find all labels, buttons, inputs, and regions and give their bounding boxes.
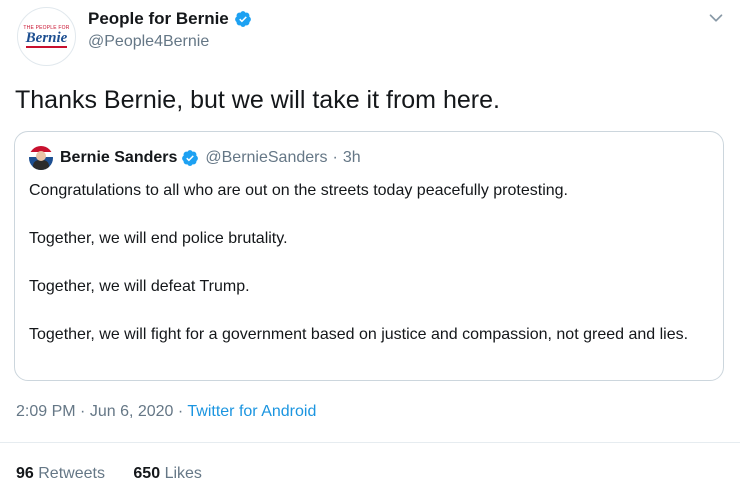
quoted-paragraph: Together, we will fight for a government… [29,326,689,343]
divider [0,442,740,443]
tweet-stats: 96 Retweets 650 Likes [16,465,226,483]
meta-separator: · [177,403,184,420]
quoted-tweet-header: Bernie Sanders @BernieSanders · 3h [29,146,361,170]
quoted-paragraph: Together, we will defeat Trump. [29,278,250,295]
verified-badge-icon [182,150,199,166]
tweet-date[interactable]: Jun 6, 2020 [90,403,174,420]
quoted-handle: @BernieSanders [205,149,328,166]
chevron-down-icon[interactable] [705,7,727,29]
author-display-name-text: People for Bernie [88,9,229,28]
quoted-time: 3h [342,149,361,166]
quoted-paragraph: Congratulations to all who are out on th… [29,182,568,199]
avatar-logo-text: Bernie [25,29,68,48]
quoted-display-name: Bernie Sanders [60,149,178,166]
likes-stat[interactable]: 650 Likes [133,465,202,482]
tweet-meta: 2:09 PM · Jun 6, 2020 · Twitter for Andr… [16,403,316,421]
tweet-text: Thanks Bernie, but we will take it from … [15,86,500,114]
likes-label: Likes [164,465,202,482]
tweet-source-link[interactable]: Twitter for Android [187,403,316,420]
author-names: People for Bernie @People4Bernie [88,8,252,51]
avatar-face-shape [36,151,46,161]
meta-separator: · [80,403,86,420]
avatar-body-shape [33,160,49,170]
quoted-tweet[interactable]: Bernie Sanders @BernieSanders · 3h Congr… [14,131,724,381]
likes-count: 650 [133,465,161,482]
author-display-name[interactable]: People for Bernie [88,8,252,30]
quoted-paragraph: Together, we will end police brutality. [29,230,288,247]
quoted-tweet-body: Congratulations to all who are out on th… [29,179,709,346]
retweets-stat[interactable]: 96 Retweets [16,465,109,482]
author-handle[interactable]: @People4Bernie [88,33,252,51]
retweets-count: 96 [16,465,34,482]
author-avatar[interactable]: THE PEOPLE FOR Bernie [17,7,76,66]
tweet-header: THE PEOPLE FOR Bernie People for Bernie … [17,3,727,66]
quoted-author-avatar [29,146,53,170]
quoted-separator: · [332,149,338,166]
retweets-label: Retweets [38,465,105,482]
verified-badge-icon [234,11,251,27]
tweet-time[interactable]: 2:09 PM [16,403,76,420]
